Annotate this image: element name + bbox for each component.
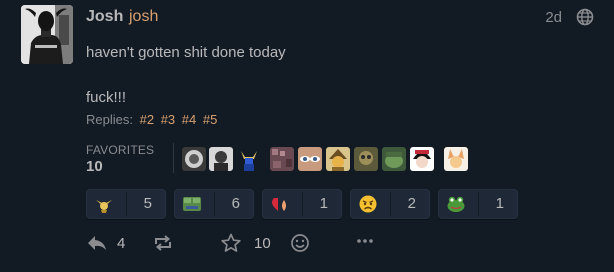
avatar[interactable]: [444, 147, 468, 171]
reply-link[interactable]: #3: [161, 112, 175, 127]
post-actions: 4 10: [86, 232, 386, 256]
replies-list: Replies: #2 #3 #4 #5: [86, 112, 217, 127]
content-line: haven't gotten shit done today: [86, 44, 286, 61]
content-line: fuck!!!: [86, 89, 127, 106]
military-badge-emoji: [96, 200, 112, 213]
star-icon: [221, 233, 241, 252]
favorites-label: FAVORITES: [86, 143, 155, 157]
frog-emoji: [447, 196, 465, 212]
reaction-button[interactable]: 1: [262, 189, 342, 219]
smiley-icon: [291, 234, 309, 252]
repeat-button[interactable]: [152, 232, 174, 256]
reply-link[interactable]: #4: [182, 112, 196, 127]
reaction-button[interactable]: 1: [438, 189, 518, 219]
favorites-count: 10: [86, 158, 103, 175]
post-header: Josh josh 2d: [86, 8, 604, 28]
reaction-button[interactable]: 6: [174, 189, 254, 219]
reply-button[interactable]: 4: [86, 232, 130, 256]
reaction-count: 2: [407, 195, 416, 212]
avatar[interactable]: [326, 147, 350, 171]
more-icon: [357, 239, 373, 243]
avatar[interactable]: [209, 147, 233, 171]
reaction-count: 6: [231, 195, 240, 212]
timestamp[interactable]: 2d: [545, 9, 562, 26]
reply-link[interactable]: #2: [140, 112, 154, 127]
angry-face-emoji: [359, 195, 377, 213]
post-content: haven't gotten shit done today fuck!!!: [86, 43, 286, 106]
avatar[interactable]: [182, 147, 206, 171]
display-name[interactable]: Josh: [86, 8, 123, 26]
divider: [126, 192, 127, 216]
avatar[interactable]: [237, 147, 261, 171]
divider: [214, 192, 215, 216]
avatar[interactable]: [21, 5, 73, 64]
reaction-count: 5: [143, 195, 152, 212]
globe-icon[interactable]: [576, 8, 594, 26]
replies-label: Replies:: [86, 112, 133, 127]
reaction-button[interactable]: 2: [350, 189, 430, 219]
reaction-button[interactable]: 5: [86, 189, 166, 219]
favorites-summary: FAVORITES 10: [86, 143, 166, 175]
heart-drop-emoji: [272, 198, 286, 211]
divider: [390, 192, 391, 216]
repeat-icon: [155, 235, 171, 251]
avatar[interactable]: [410, 147, 434, 171]
avatar[interactable]: [298, 147, 322, 171]
avatar[interactable]: [354, 147, 378, 171]
reaction-count: 1: [495, 195, 504, 212]
user-handle[interactable]: josh: [129, 8, 158, 26]
favorite-button[interactable]: 10: [220, 232, 276, 256]
reply-icon: [88, 236, 106, 250]
divider: [478, 192, 479, 216]
add-reaction-button[interactable]: [289, 232, 311, 256]
favorite-count: 10: [254, 235, 271, 252]
divider: [173, 143, 174, 173]
reply-count: 4: [117, 235, 126, 252]
status-post: Josh josh 2d haven't gotten shit done to…: [0, 0, 614, 272]
avatar[interactable]: [382, 147, 406, 171]
reactions-bar: 5 6 1 2 1: [86, 189, 526, 219]
pepe-frog-emoji: [183, 197, 201, 211]
avatar[interactable]: [270, 147, 294, 171]
reaction-count: 1: [319, 195, 328, 212]
divider: [302, 192, 303, 216]
reply-link[interactable]: #5: [203, 112, 217, 127]
more-button[interactable]: [354, 232, 376, 256]
